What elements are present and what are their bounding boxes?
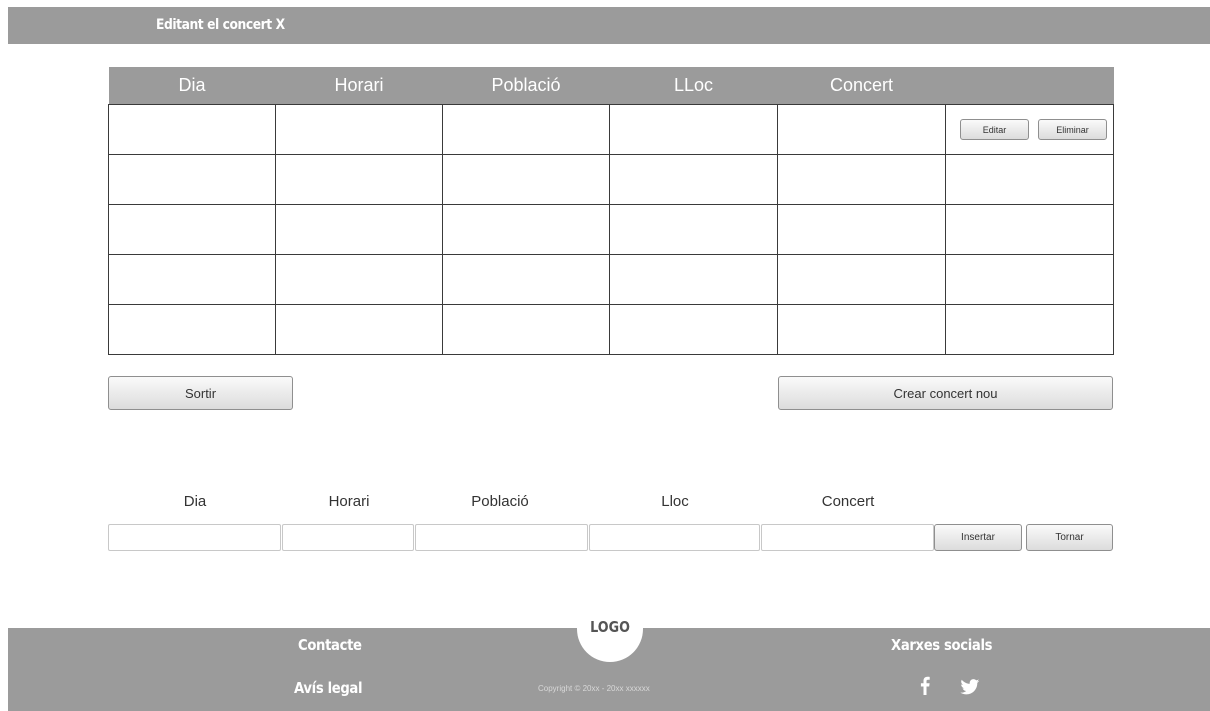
table-row [108,304,1114,355]
back-button[interactable]: Tornar [1026,524,1113,551]
table-row: Editar Eliminar [108,104,1114,155]
column-header-concert: Concert [777,67,946,105]
concerts-table: Dia Horari Població LLoc Concert Editar E… [108,67,1114,355]
table-cell [108,104,276,155]
copyright-text: Copyright © 20xx - 20xx xxxxxx [538,684,650,693]
table-cell [442,104,610,155]
delete-button[interactable]: Eliminar [1038,119,1107,140]
table-cell [609,104,778,155]
table-cell [609,304,778,355]
form-label-lloc: Lloc [661,493,689,510]
page-title: Editant el concert X [156,17,285,33]
facebook-icon[interactable] [920,676,930,695]
create-concert-button[interactable]: Crear concert nou [778,376,1113,410]
table-cell [108,154,276,205]
table-cell [275,204,443,255]
row-actions-cell [945,254,1114,305]
table-cell [275,254,443,305]
table-cell [777,204,946,255]
table-cell [275,304,443,355]
poblacio-input[interactable] [415,524,588,551]
form-label-dia: Dia [183,493,207,510]
form-label-horari: Horari [328,493,370,510]
column-header-horari: Horari [275,67,443,105]
insert-button[interactable]: Insertar [934,524,1022,551]
table-cell [609,204,778,255]
lloc-input[interactable] [589,524,760,551]
table-row [108,154,1114,205]
column-header-poblacio: Població [442,67,610,105]
table-cell [442,154,610,205]
column-header-lloc: LLoc [609,67,778,105]
form-label-concert: Concert [821,493,875,510]
column-header-dia: Dia [108,67,276,105]
table-cell [275,154,443,205]
logo-text: LOGO [590,618,630,636]
table-cell [108,304,276,355]
table-cell [108,204,276,255]
table-cell [777,254,946,305]
table-cell [442,204,610,255]
table-row [108,204,1114,255]
top-bar: Editant el concert X [8,7,1210,44]
table-cell [777,104,946,155]
exit-button[interactable]: Sortir [108,376,293,410]
row-actions-cell [945,204,1114,255]
row-actions-cell [945,304,1114,355]
column-header-actions [945,67,1114,105]
table-cell [609,154,778,205]
form-label-poblacio: Població [471,493,529,510]
dia-input[interactable] [108,524,281,551]
table-cell [777,154,946,205]
row-actions-cell: Editar Eliminar [945,104,1114,155]
table-cell [275,104,443,155]
row-actions-cell [945,154,1114,205]
table-header-row: Dia Horari Població LLoc Concert [108,67,1114,105]
table-cell [442,304,610,355]
table-row [108,254,1114,305]
table-cell [442,254,610,305]
concert-input[interactable] [761,524,934,551]
contact-link[interactable]: Contacte [298,636,362,654]
social-networks-label: Xarxes socials [891,636,993,654]
table-cell [609,254,778,305]
twitter-icon[interactable] [960,679,980,695]
horari-input[interactable] [282,524,414,551]
table-cell [777,304,946,355]
table-cell [108,254,276,305]
legal-notice-link[interactable]: Avís legal [294,679,363,697]
edit-button[interactable]: Editar [960,119,1029,140]
